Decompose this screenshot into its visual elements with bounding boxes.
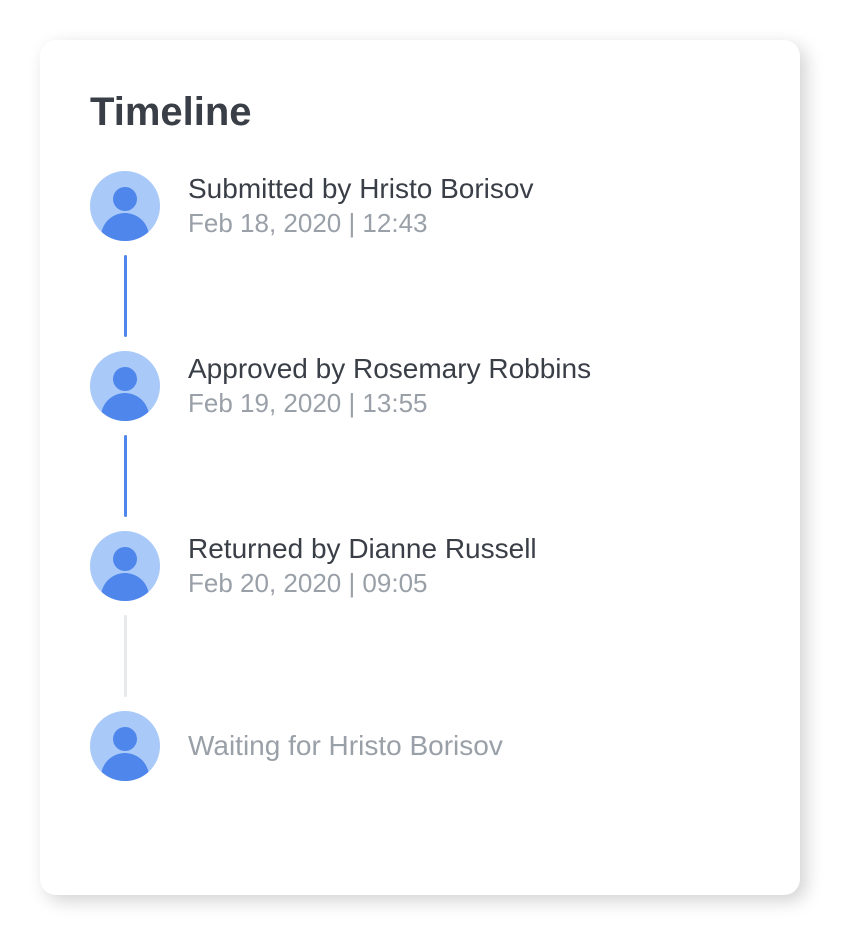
timeline-item-title: Returned by Dianne Russell [188,533,537,565]
timeline-row: Waiting for Hristo Borisov [90,711,750,781]
timeline-item-text: Returned by Dianne Russell Feb 20, 2020 … [188,533,537,599]
timeline-connector [124,615,127,697]
timeline-item-title: Submitted by Hristo Borisov [188,173,533,205]
avatar-icon [90,351,160,421]
timeline-list: Submitted by Hristo Borisov Feb 18, 2020… [90,171,750,781]
timeline-item-text: Approved by Rosemary Robbins Feb 19, 202… [188,353,591,419]
timeline-card: Timeline Submitted by Hristo Borisov Feb… [40,40,800,895]
timeline-item-timestamp: Feb 20, 2020 | 09:05 [188,568,537,599]
timeline-item: Submitted by Hristo Borisov Feb 18, 2020… [90,171,750,351]
timeline-item: Waiting for Hristo Borisov [90,711,750,781]
timeline-connector-wrap [90,421,160,531]
timeline-item-timestamp: Feb 18, 2020 | 12:43 [188,208,533,239]
avatar-icon [90,531,160,601]
timeline-row: Approved by Rosemary Robbins Feb 19, 202… [90,351,750,421]
timeline-row: Submitted by Hristo Borisov Feb 18, 2020… [90,171,750,241]
avatar-icon [90,171,160,241]
timeline-item-title: Approved by Rosemary Robbins [188,353,591,385]
timeline-connector [124,435,127,517]
timeline-item-title: Waiting for Hristo Borisov [188,730,503,762]
timeline-item: Returned by Dianne Russell Feb 20, 2020 … [90,531,750,711]
timeline-item-text: Submitted by Hristo Borisov Feb 18, 2020… [188,173,533,239]
timeline-connector-wrap [90,601,160,711]
timeline-item-timestamp: Feb 19, 2020 | 13:55 [188,388,591,419]
card-title: Timeline [90,90,750,135]
avatar-icon [90,711,160,781]
timeline-item-text: Waiting for Hristo Borisov [188,730,503,762]
timeline-row: Returned by Dianne Russell Feb 20, 2020 … [90,531,750,601]
timeline-item: Approved by Rosemary Robbins Feb 19, 202… [90,351,750,531]
timeline-connector [124,255,127,337]
timeline-connector-wrap [90,241,160,351]
